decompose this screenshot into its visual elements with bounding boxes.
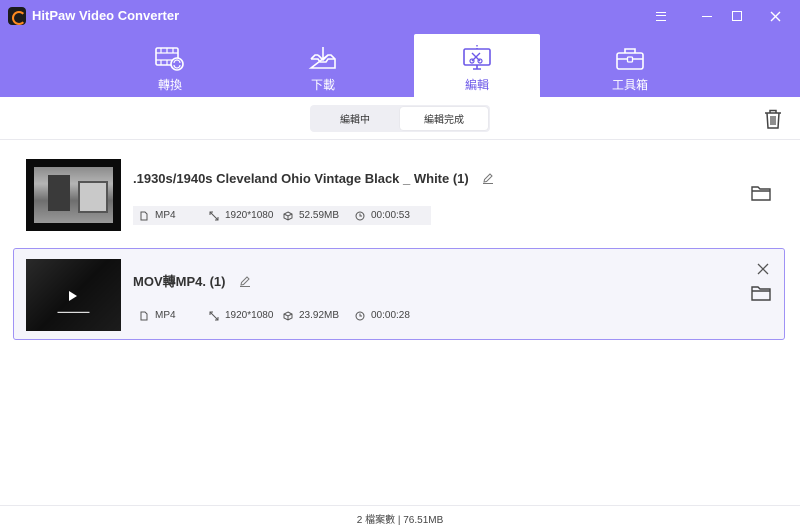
tab-label: 編輯 bbox=[464, 78, 489, 92]
resolution-info: 1920*1080 bbox=[209, 210, 283, 221]
duration-info: 00:00:53 bbox=[355, 210, 419, 221]
format-value: MP4 bbox=[155, 210, 176, 221]
download-tray-icon bbox=[308, 47, 336, 69]
format-value: MP4 bbox=[155, 310, 176, 321]
title-bar: HitPaw Video Converter bbox=[0, 0, 800, 32]
file-meta: MP4 1920*1080 52.59MB 00:00:53 bbox=[133, 206, 431, 225]
size-value: 23.92MB bbox=[299, 310, 340, 321]
open-folder-icon[interactable] bbox=[751, 285, 771, 301]
file-name-text: .1930s/1940s Cleveland Ohio Vintage Blac… bbox=[133, 171, 469, 186]
header: HitPaw Video Converter 轉換 下載 編輯 工具箱 bbox=[0, 0, 800, 97]
minimize-icon bbox=[702, 15, 712, 17]
format-info: MP4 bbox=[139, 310, 209, 321]
thumbnail-image bbox=[34, 167, 113, 223]
file-format-icon bbox=[140, 311, 148, 320]
file-item[interactable]: ▬▬▬▬▬▬▬▬ MOV轉MP4. (1) MP4 1920*1080 23.9… bbox=[13, 248, 785, 340]
size-info: 23.92MB bbox=[283, 310, 355, 321]
play-icon[interactable] bbox=[69, 291, 77, 301]
tab-download[interactable]: 下載 bbox=[260, 34, 386, 97]
open-folder-icon[interactable] bbox=[751, 185, 771, 201]
file-format-icon bbox=[140, 211, 148, 220]
resolution-info: 1920*1080 bbox=[209, 310, 283, 321]
app-title: HitPaw Video Converter bbox=[32, 8, 180, 23]
format-info: MP4 bbox=[139, 210, 209, 221]
file-size-icon bbox=[283, 310, 293, 321]
film-convert-icon bbox=[155, 47, 184, 71]
duration-value: 00:00:53 bbox=[371, 210, 410, 221]
tab-convert[interactable]: 轉換 bbox=[107, 34, 233, 97]
status-bar: 2 檔案數 | 76.51MB bbox=[0, 505, 800, 530]
app-logo-icon bbox=[8, 7, 26, 25]
close-icon bbox=[770, 11, 780, 21]
tab-edit-done[interactable]: 編輯完成 bbox=[400, 107, 488, 130]
resolution-value: 1920*1080 bbox=[225, 210, 274, 221]
tab-label: 工具箱 bbox=[611, 78, 648, 92]
size-info: 52.59MB bbox=[283, 210, 355, 221]
tab-label: 下載 bbox=[310, 78, 335, 92]
duration-value: 00:00:28 bbox=[371, 310, 410, 321]
tab-label: 轉換 bbox=[157, 78, 182, 92]
menu-button[interactable] bbox=[650, 6, 672, 26]
app-window: HitPaw Video Converter 轉換 下載 編輯 工具箱 編輯中 … bbox=[0, 0, 800, 530]
resolution-icon bbox=[209, 211, 219, 220]
rename-pencil-icon[interactable] bbox=[482, 172, 494, 184]
maximize-button[interactable] bbox=[726, 6, 748, 26]
file-name-text: MOV轉MP4. (1) bbox=[133, 274, 226, 289]
file-size-icon bbox=[283, 210, 293, 221]
edit-screen-icon bbox=[463, 45, 491, 70]
file-name: MOV轉MP4. (1) bbox=[133, 271, 251, 290]
status-summary: 2 檔案數 | 76.51MB bbox=[356, 514, 444, 526]
maximize-icon bbox=[732, 11, 742, 21]
close-window-button[interactable] bbox=[764, 6, 786, 26]
video-thumbnail[interactable]: ▬▬▬▬▬▬▬▬ bbox=[26, 259, 121, 331]
tab-editing[interactable]: 編輯中 bbox=[312, 107, 398, 130]
resolution-icon bbox=[209, 311, 219, 320]
thumbnail-caption: ▬▬▬▬▬▬▬▬ bbox=[57, 309, 90, 314]
main-tabs: 轉換 下載 編輯 工具箱 bbox=[0, 34, 800, 97]
trash-icon[interactable] bbox=[763, 108, 783, 130]
video-thumbnail[interactable] bbox=[26, 159, 121, 231]
tab-toolbox[interactable]: 工具箱 bbox=[567, 34, 693, 97]
file-name: .1930s/1940s Cleveland Ohio Vintage Blac… bbox=[133, 171, 494, 186]
toolbox-icon bbox=[616, 48, 644, 70]
clock-icon bbox=[355, 311, 365, 320]
rename-pencil-icon[interactable] bbox=[239, 275, 251, 287]
hamburger-icon bbox=[656, 11, 666, 21]
file-item[interactable]: .1930s/1940s Cleveland Ohio Vintage Blac… bbox=[13, 148, 785, 240]
size-value: 52.59MB bbox=[299, 210, 340, 221]
clock-icon bbox=[355, 211, 365, 220]
resolution-value: 1920*1080 bbox=[225, 310, 274, 321]
sub-toolbar: 編輯中 編輯完成 bbox=[0, 97, 800, 140]
edit-status-switch: 編輯中 編輯完成 bbox=[310, 105, 490, 132]
file-meta: MP4 1920*1080 23.92MB 00:00:28 bbox=[133, 306, 419, 325]
tab-edit[interactable]: 編輯 bbox=[414, 34, 540, 97]
remove-file-icon[interactable] bbox=[757, 263, 769, 275]
duration-info: 00:00:28 bbox=[355, 310, 419, 321]
minimize-button[interactable] bbox=[696, 6, 718, 26]
